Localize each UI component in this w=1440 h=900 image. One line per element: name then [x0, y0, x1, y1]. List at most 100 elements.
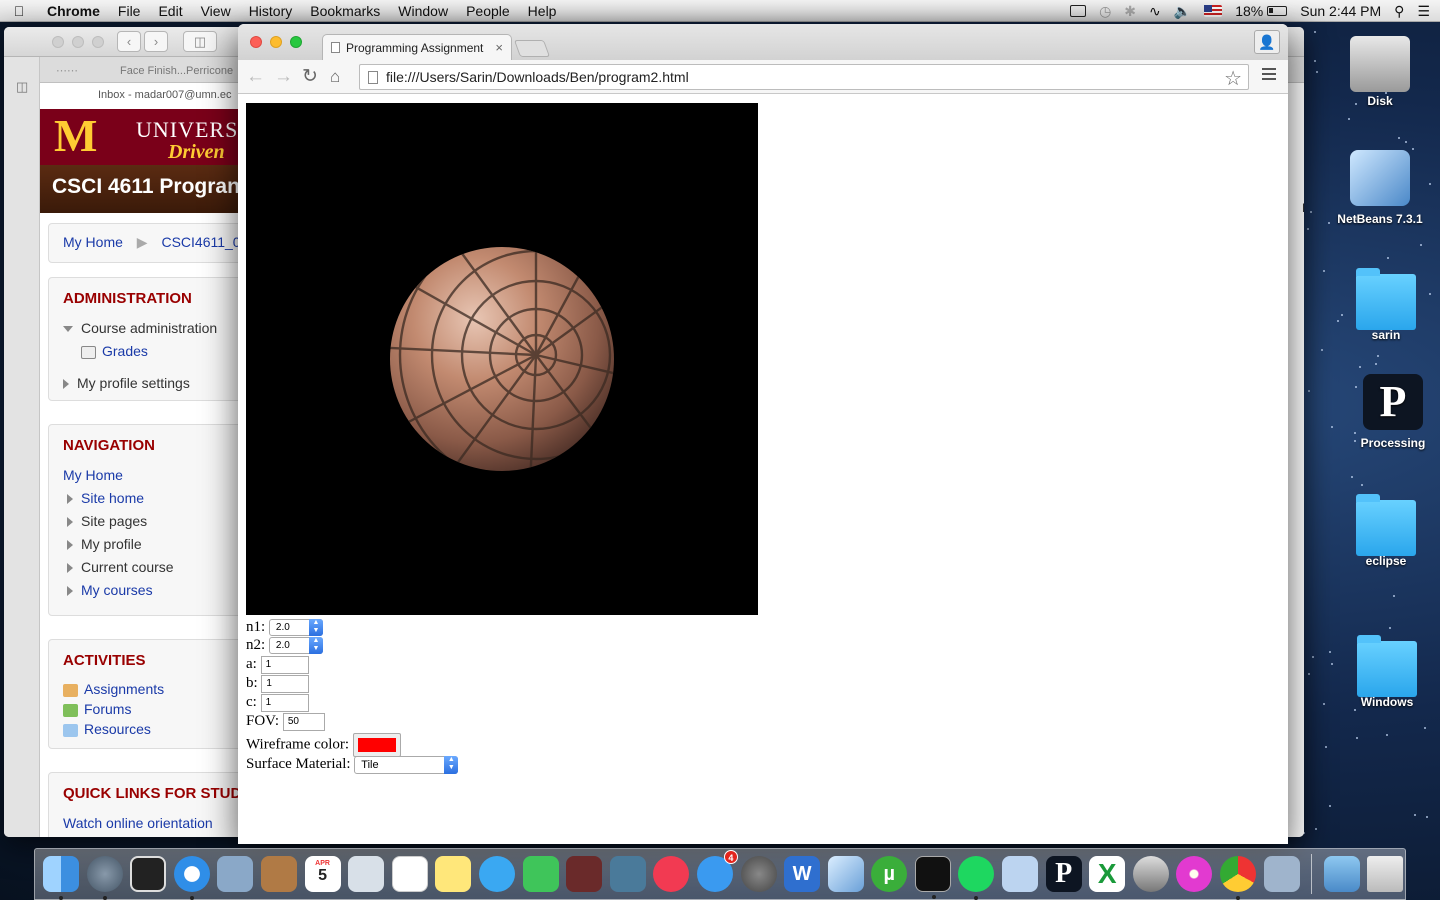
apple-menu-icon[interactable]:  [0, 3, 38, 19]
calendar-icon[interactable]: APR 5 [304, 856, 341, 892]
reload-icon[interactable]: ↻ [302, 66, 318, 88]
excel-icon[interactable]: X [1089, 856, 1126, 892]
menu-app[interactable]: Chrome [38, 3, 109, 19]
processing-dock-icon[interactable]: P [1045, 856, 1082, 892]
itunes-icon[interactable] [653, 856, 690, 892]
pen-tool-icon[interactable] [1132, 856, 1169, 892]
webgl-canvas[interactable] [246, 103, 758, 615]
bg-tab-title[interactable]: Face Finish...Perricone [120, 65, 233, 77]
home-icon[interactable]: ⌂ [330, 66, 340, 88]
airplay-icon[interactable] [1070, 5, 1087, 17]
disk-icon[interactable]: Disk [1325, 32, 1435, 108]
volume-icon[interactable]: 🔈 [1174, 3, 1191, 20]
c-input[interactable]: 1 [260, 693, 309, 712]
grid-icon[interactable]: ⋯⋯ [56, 64, 78, 77]
n1-stepper[interactable]: 2.0 ▲ ▼ [268, 619, 323, 637]
bg-minimize-button[interactable] [72, 36, 84, 48]
a-input[interactable]: 1 [260, 655, 309, 674]
eclipse-folder[interactable]: eclipse [1331, 492, 1440, 568]
bluetooth-icon[interactable]: ✱ [1124, 3, 1136, 20]
menu-bookmarks[interactable]: Bookmarks [301, 3, 389, 19]
iphoto-icon[interactable] [609, 856, 646, 892]
finder-icon[interactable] [43, 856, 79, 900]
zoom-window-button[interactable] [290, 36, 302, 48]
mail-icon[interactable] [217, 856, 254, 892]
trash-icon[interactable] [1367, 856, 1404, 892]
menu-edit[interactable]: Edit [149, 3, 191, 19]
folder-icon [1356, 494, 1416, 556]
sarin-folder[interactable]: sarin [1331, 266, 1440, 342]
stepper-arrows-icon[interactable]: ▲ ▼ [308, 637, 323, 655]
n2-stepper[interactable]: 2.0 ▲ ▼ [268, 637, 323, 655]
reminders-icon[interactable] [391, 856, 428, 892]
desktop-icon-label: NetBeans 7.3.1 [1337, 212, 1423, 226]
preview-icon[interactable] [348, 856, 385, 892]
breadcrumb-my-home[interactable]: My Home [63, 234, 123, 250]
spotify-icon[interactable] [958, 856, 995, 900]
spotlight-search-icon[interactable]: ⚲ [1394, 3, 1404, 20]
breadcrumb-course[interactable]: CSCI4611_00 [161, 234, 248, 250]
netbeans-dock-icon[interactable] [827, 856, 864, 892]
utorrent-icon[interactable]: µ [871, 856, 908, 892]
app-store-icon[interactable]: 4 [696, 850, 738, 892]
forward-arrow-icon[interactable]: → [274, 66, 293, 88]
bookmark-star-icon[interactable]: ☆ [1224, 66, 1242, 91]
profile-icon[interactable]: 👤 [1254, 30, 1280, 54]
wifi-icon[interactable]: ∿ [1149, 3, 1161, 20]
safari-icon[interactable] [173, 856, 210, 900]
surface-material-select[interactable]: Tile ▲ ▼ [354, 755, 459, 774]
chrome-menu-icon[interactable] [1262, 68, 1276, 83]
bg-forward-button[interactable]: › [144, 31, 168, 52]
back-arrow-icon[interactable]: ← [246, 66, 265, 88]
bg-back-button[interactable]: ‹ [117, 31, 141, 52]
fov-input[interactable]: 50 [282, 712, 325, 731]
messages-icon[interactable] [478, 856, 515, 892]
b-input[interactable]: 1 [261, 674, 310, 693]
chrome-dock-icon[interactable] [1220, 856, 1257, 900]
bg-zoom-button[interactable] [92, 36, 104, 48]
netbeans-desktop-icon[interactable]: NetBeans 7.3.1 [1325, 150, 1435, 226]
inbox-tab[interactable]: Inbox - madar007@umn.ec [98, 89, 231, 101]
input-source-flag-icon[interactable] [1204, 5, 1223, 17]
tab-programming-assignment[interactable]: Programming Assignment × [322, 34, 512, 61]
system-preferences-icon[interactable] [740, 856, 777, 892]
close-tab-icon[interactable]: × [495, 40, 503, 55]
star-dot [1313, 30, 1316, 33]
star-dot [1356, 736, 1359, 739]
preview-screenshot-icon[interactable] [1263, 856, 1300, 892]
textedit-icon[interactable] [1002, 856, 1039, 892]
flower-app-icon[interactable] [1176, 856, 1213, 892]
new-tab-button[interactable] [513, 40, 551, 57]
menu-help[interactable]: Help [519, 3, 566, 19]
clock[interactable]: Sun 2:44 PM [1300, 3, 1381, 19]
word-icon[interactable]: W [784, 856, 821, 892]
windows-folder[interactable]: Windows [1332, 633, 1440, 709]
applications-folder-icon[interactable] [1323, 856, 1360, 892]
stepper-arrows-icon[interactable]: ▲ ▼ [308, 619, 323, 637]
item-label: Site pages [81, 513, 148, 529]
menu-file[interactable]: File [109, 3, 150, 19]
launchpad-icon[interactable] [86, 856, 123, 900]
wireframe-row: Wireframe color: [246, 733, 401, 757]
bg-sidebar-button[interactable]: ◫ [183, 31, 217, 52]
facetime-icon[interactable] [522, 856, 559, 892]
sidebar-toggle-icon[interactable]: ◫ [16, 79, 28, 95]
menu-view[interactable]: View [192, 3, 240, 19]
menu-history[interactable]: History [240, 3, 302, 19]
contacts-icon[interactable] [260, 856, 297, 892]
photo-booth-icon[interactable] [566, 856, 603, 892]
menu-people[interactable]: People [457, 3, 519, 19]
notification-center-icon[interactable]: ☰ [1417, 3, 1430, 20]
mission-control-icon[interactable] [130, 856, 167, 892]
close-window-button[interactable] [250, 36, 262, 48]
time-machine-icon[interactable]: ◷ [1099, 3, 1111, 20]
menu-window[interactable]: Window [389, 3, 457, 19]
wireframe-color-picker[interactable] [352, 733, 401, 757]
battery-status[interactable]: 18% [1235, 3, 1288, 19]
notes-icon[interactable] [435, 856, 472, 892]
processing-desktop-icon[interactable]: P Processing [1338, 374, 1440, 450]
address-bar[interactable]: file:///Users/Sarin/Downloads/Ben/progra… [359, 64, 1249, 90]
bg-close-button[interactable] [52, 36, 64, 48]
terminal-icon[interactable] [914, 856, 951, 899]
minimize-window-button[interactable] [270, 36, 282, 48]
